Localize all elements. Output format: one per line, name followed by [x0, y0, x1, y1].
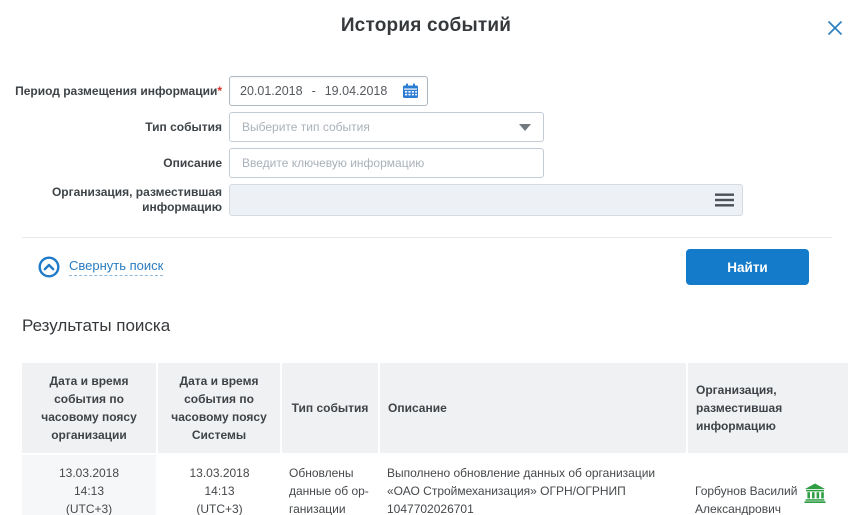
- col-header-description: Описание: [379, 363, 687, 454]
- col-header-system-time: Дата и время события по часовому поясу С…: [157, 363, 281, 454]
- date-from-value[interactable]: 20.01.2018: [240, 84, 303, 98]
- event-type-select[interactable]: Выберите тип события: [229, 112, 544, 142]
- chevron-down-icon[interactable]: [519, 124, 531, 131]
- description-input[interactable]: [229, 148, 544, 178]
- organization-label: Организация, разместившая информацию: [0, 185, 222, 215]
- cell-organization: Горбунов Василий Александрович: [687, 454, 848, 515]
- page-title: История событий: [0, 15, 852, 37]
- date-range-input[interactable]: 20.01.2018 - 19.04.2018: [229, 76, 428, 106]
- col-header-organization: Организация, разместившая информацию: [687, 363, 848, 454]
- form-row-period: Период размещения информации* 20.01.2018…: [0, 76, 852, 106]
- form-row-organization: Организация, разместившая информацию: [0, 184, 852, 216]
- col-header-org-time: Дата и время события по часовому поясу о…: [22, 363, 157, 454]
- hamburger-menu-icon[interactable]: [715, 193, 734, 207]
- close-icon[interactable]: [825, 18, 845, 38]
- form-divider: [22, 237, 832, 238]
- cell-org-time: 13.03.2018 14:13 (UTC+3): [22, 454, 157, 515]
- event-history-modal: История событий Период размещения информ…: [0, 15, 852, 515]
- cell-description: Выполнено обновление данных об организац…: [379, 454, 687, 515]
- organization-person-name: Горбунов Василий Александрович: [695, 482, 797, 515]
- search-form: Период размещения информации* 20.01.2018…: [0, 76, 852, 216]
- results-table: Дата и время события по часовому поясу о…: [22, 363, 848, 515]
- results-title: Результаты поиска: [22, 316, 852, 336]
- calendar-icon[interactable]: [402, 83, 419, 99]
- table-row[interactable]: 13.03.2018 14:13 (UTC+3) 13.03.2018 14:1…: [22, 454, 848, 515]
- organization-input[interactable]: [229, 184, 743, 216]
- form-row-event-type: Тип события Выберите тип события: [0, 112, 852, 142]
- cell-event-type: Обновлены данные об ор- ганизации: [281, 454, 379, 515]
- cell-system-time: 13.03.2018 14:13 (UTC+3): [157, 454, 281, 515]
- date-to-value[interactable]: 19.04.2018: [325, 84, 388, 98]
- table-header-row: Дата и время события по часовому поясу о…: [22, 363, 848, 454]
- col-header-event-type: Тип события: [281, 363, 379, 454]
- event-type-label: Тип события: [0, 120, 222, 135]
- chevron-up-circle-icon[interactable]: [38, 256, 60, 278]
- description-label: Описание: [0, 156, 222, 171]
- organization-value-field[interactable]: [242, 185, 715, 215]
- period-label: Период размещения информации*: [0, 84, 222, 99]
- required-asterisk: *: [217, 84, 222, 98]
- collapse-search-label[interactable]: Свернуть поиск: [69, 258, 163, 276]
- form-row-description: Описание: [0, 148, 852, 178]
- collapse-search-link[interactable]: Свернуть поиск: [38, 256, 163, 278]
- actions-row: Свернуть поиск Найти: [0, 248, 852, 286]
- event-type-placeholder: Выберите тип события: [242, 120, 370, 134]
- bank-building-icon[interactable]: [804, 483, 826, 503]
- date-separator: -: [312, 84, 316, 98]
- search-button[interactable]: Найти: [686, 249, 809, 285]
